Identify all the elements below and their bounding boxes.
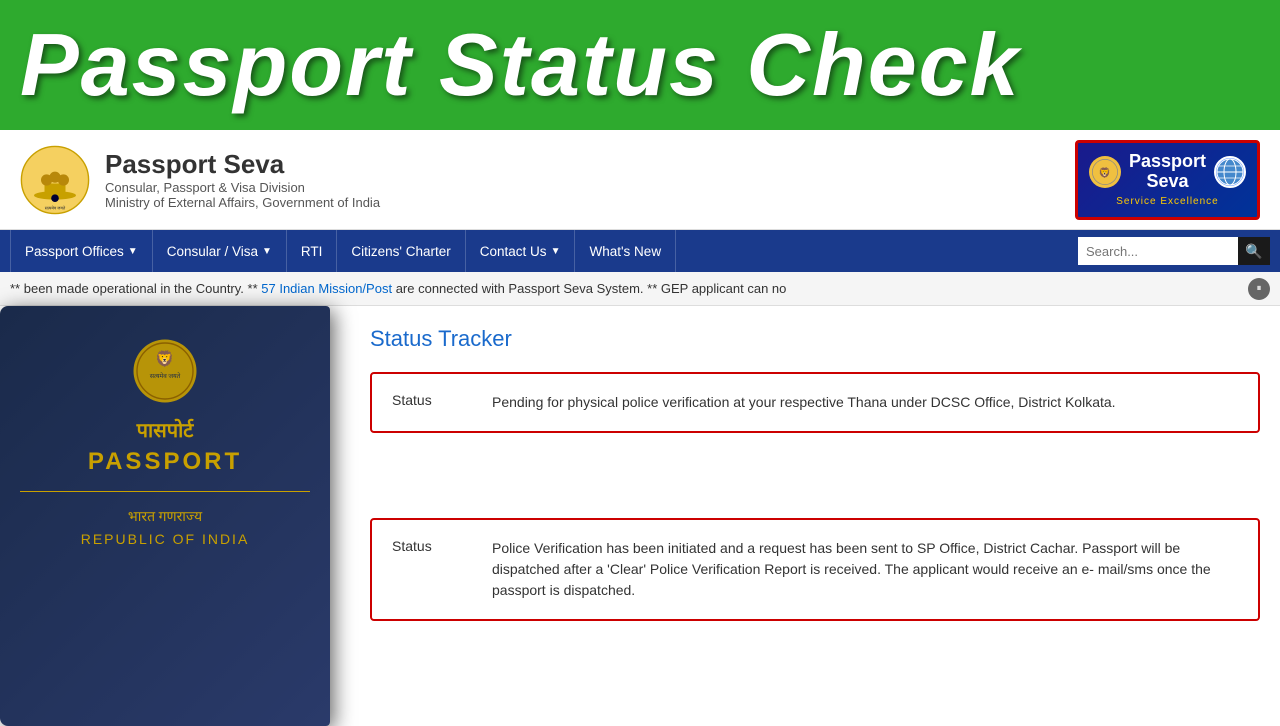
nav-item-rti[interactable]: RTI	[287, 230, 338, 272]
nav-items: Passport Offices ▼ Consular / Visa ▼ RTI…	[10, 230, 1068, 272]
nav-item-contact-us[interactable]: Contact Us ▼	[466, 230, 576, 272]
svg-text:🦁: 🦁	[1099, 167, 1111, 179]
badge-text2: Seva	[1146, 172, 1188, 192]
dropdown-arrow-icon: ▼	[551, 246, 561, 257]
main-area: 🦁 सत्यमेव जयते पासपोर्ट PASSPORT भारत गण…	[0, 306, 1280, 671]
nav-item-consular-visa[interactable]: Consular / Visa ▼	[153, 230, 287, 272]
status-card-1-row: Status Pending for physical police verif…	[392, 392, 1238, 413]
passport-english2: REPUBLIC OF INDIA	[20, 531, 310, 547]
nav-search: 🔍	[1078, 237, 1270, 265]
svg-text:सत्यमेव जयते: सत्यमेव जयते	[45, 205, 66, 210]
ticker-pause-button[interactable]: ⏸	[1248, 278, 1270, 300]
badge-top: 🦁 Passport Seva	[1089, 152, 1246, 192]
badge-inner: 🦁 Passport Seva	[1089, 152, 1246, 207]
header-badge: 🦁 Passport Seva	[1075, 140, 1260, 220]
passport-hindi-title: पासपोर्ट	[20, 416, 310, 443]
status-card-1: Status Pending for physical police verif…	[370, 372, 1260, 433]
banner-title: Passport Status Check	[20, 14, 1021, 116]
status-label-1: Status	[392, 392, 472, 408]
nav-item-whats-new[interactable]: What's New	[575, 230, 676, 272]
search-button[interactable]: 🔍	[1238, 237, 1270, 265]
badge-subtitle: Service Excellence	[1116, 196, 1218, 207]
spacer	[370, 458, 1260, 518]
status-value-2: Police Verification has been initiated a…	[492, 538, 1238, 601]
ticker: ** been made operational in the Country.…	[0, 272, 1280, 306]
badge-text: Passport	[1129, 152, 1206, 172]
passport-english-title: PASSPORT	[20, 448, 310, 476]
passport-hindi2: भारत गणराज्य	[20, 507, 310, 526]
status-value-1: Pending for physical police verification…	[492, 392, 1116, 413]
status-tracker-area: Status Tracker Status Pending for physic…	[350, 306, 1280, 671]
passport-country: भारत गणराज्य REPUBLIC OF INDIA	[20, 491, 310, 547]
status-card-2: Status Police Verification has been init…	[370, 518, 1260, 621]
status-label-2: Status	[392, 538, 472, 554]
page-wrapper: Passport Status Check सत्यमेव जयते Passp…	[0, 0, 1280, 720]
passport-book: 🦁 सत्यमेव जयते पासपोर्ट PASSPORT भारत गण…	[0, 306, 330, 726]
svg-text:सत्यमेव जयते: सत्यमेव जयते	[150, 372, 181, 380]
header: सत्यमेव जयते Passport Seva Consular, Pas…	[0, 130, 1280, 230]
government-emblem-icon: सत्यमेव जयते	[20, 145, 90, 215]
nav-item-passport-offices[interactable]: Passport Offices ▼	[10, 230, 153, 272]
svg-text:🦁: 🦁	[155, 350, 174, 368]
status-card-2-row: Status Police Verification has been init…	[392, 538, 1238, 601]
globe-icon	[1214, 156, 1246, 188]
nav-item-citizens-charter[interactable]: Citizens' Charter	[337, 230, 465, 272]
passport-emblem: 🦁 सत्यमेव जयते	[130, 336, 200, 406]
dropdown-arrow-icon: ▼	[128, 246, 138, 257]
ticker-link[interactable]: 57 Indian Mission/Post	[261, 281, 392, 296]
navbar: Passport Offices ▼ Consular / Visa ▼ RTI…	[0, 230, 1280, 272]
search-input[interactable]	[1078, 237, 1238, 265]
status-tracker-title: Status Tracker	[370, 326, 1260, 352]
ticker-text: ** been made operational in the Country.…	[10, 281, 786, 296]
passport-cover: 🦁 सत्यमेव जयते पासपोर्ट PASSPORT भारत गण…	[0, 306, 330, 567]
dropdown-arrow-icon: ▼	[262, 246, 272, 257]
badge-logo: 🦁	[1089, 156, 1121, 188]
top-banner: Passport Status Check	[0, 0, 1280, 130]
